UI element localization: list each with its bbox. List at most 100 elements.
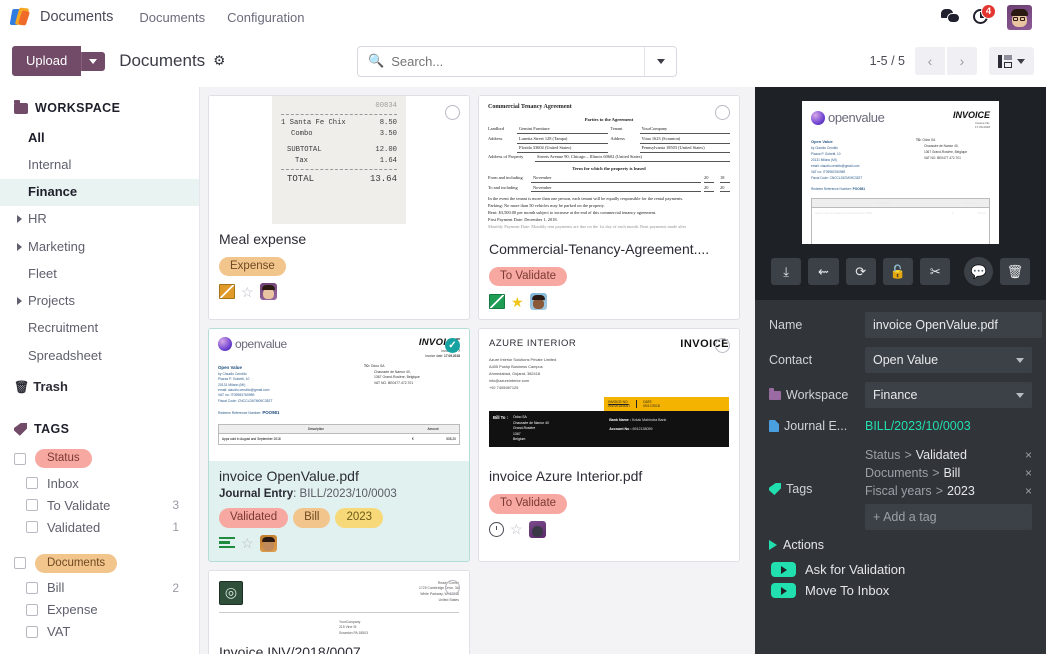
document-card-invoice-azure[interactable]: AZURE INTERIOR INVOICE Azure Interior So…: [478, 328, 740, 561]
card-tag[interactable]: 2023: [335, 508, 383, 528]
card-tag[interactable]: Validated: [219, 508, 288, 528]
star-filled-icon[interactable]: ★: [511, 295, 524, 309]
tag-checkbox[interactable]: [26, 582, 38, 594]
replace-icon[interactable]: ⟳: [846, 258, 876, 285]
document-card-meal-expense[interactable]: 00834 1 Santa Fe Chix8.50 Combo3.50 SUBT…: [208, 95, 470, 320]
list-green-icon[interactable]: [219, 537, 235, 550]
sidebar-item-finance[interactable]: Finance: [0, 179, 199, 206]
sidebar-item-projects[interactable]: Projects: [0, 288, 199, 315]
workspace-select[interactable]: Finance: [865, 382, 1032, 408]
tag-checkbox[interactable]: [26, 626, 38, 638]
tag-item-to-validate[interactable]: To Validate 3: [0, 494, 199, 516]
tag-item-expense[interactable]: Expense: [0, 599, 199, 621]
card-tag[interactable]: Bill: [293, 508, 330, 528]
card-info: Meal expense Expense ☆: [209, 224, 469, 309]
receipt-preview: 00834 1 Santa Fe Chix8.50 Combo3.50 SUBT…: [272, 96, 406, 224]
document-card-invoice-inv-2018-0007[interactable]: ◎ Ready Corner 1725 Cambridge Drive, 3A …: [208, 570, 470, 654]
trash-icon[interactable]: 🗑: [1000, 258, 1030, 285]
tag-group-label: Documents: [35, 554, 117, 573]
document-preview[interactable]: openvalue INVOICE Invoice No: 17.09.2018…: [755, 87, 1046, 244]
sidebar-item-hr[interactable]: HR: [0, 206, 199, 233]
previous-page-button[interactable]: ‹: [915, 47, 945, 75]
sidebar-item-recruitment[interactable]: Recruitment: [0, 315, 199, 342]
tag-count: 1: [172, 520, 185, 534]
envelope-green-icon[interactable]: [489, 294, 505, 309]
sidebar-item-spreadsheet[interactable]: Spreadsheet: [0, 342, 199, 369]
search-input[interactable]: [391, 54, 644, 69]
activities-clock-icon[interactable]: 4: [973, 7, 995, 27]
tag-checkbox[interactable]: [26, 477, 38, 489]
gear-icon[interactable]: ⚙: [213, 53, 225, 69]
envelope-orange-icon[interactable]: [219, 284, 235, 299]
document-card-invoice-openvalue[interactable]: openvalue INVOICE Invoice No: 7 Invoice …: [208, 328, 470, 561]
chat-icon[interactable]: 💬: [964, 257, 992, 286]
avatar[interactable]: [260, 535, 277, 552]
document-card-commercial-tenancy[interactable]: Commercial Tenancy Agreement Parties to …: [478, 95, 740, 320]
action-move-to-inbox[interactable]: Move To Inbox: [769, 580, 1032, 601]
expand-caret-icon[interactable]: [17, 215, 22, 223]
split-scissors-icon[interactable]: ✂: [920, 258, 950, 285]
avatar[interactable]: [530, 293, 547, 310]
tag-item-vat[interactable]: VAT: [0, 621, 199, 643]
avatar[interactable]: [260, 283, 277, 300]
lock-icon[interactable]: 🔓: [883, 258, 913, 285]
card-tag[interactable]: To Validate: [489, 267, 567, 287]
tag-checkbox[interactable]: [26, 604, 38, 616]
nav-item-documents[interactable]: Documents: [139, 10, 205, 25]
share-icon[interactable]: ⇜: [808, 258, 838, 285]
card-select-checkbox[interactable]: [445, 580, 460, 595]
company-logo-icon: ◎: [219, 581, 243, 605]
user-avatar[interactable]: [1007, 5, 1032, 30]
star-outline-icon[interactable]: ☆: [510, 522, 523, 536]
remove-tag-icon[interactable]: ×: [1019, 466, 1032, 480]
tag-item-bill[interactable]: Bill 2: [0, 577, 199, 599]
card-tag[interactable]: To Validate: [489, 494, 567, 514]
journal-entry-link[interactable]: BILL/2023/10/0003: [865, 417, 1032, 435]
card-tag[interactable]: Expense: [219, 257, 286, 277]
star-outline-icon[interactable]: ☆: [241, 536, 254, 550]
tag-group-checkbox[interactable]: [14, 557, 26, 569]
action-ask-for-validation[interactable]: Ask for Validation: [769, 559, 1032, 580]
sidebar-item-trash[interactable]: 🗑 Trash: [0, 373, 199, 400]
upload-button[interactable]: Upload: [12, 46, 81, 77]
next-page-button[interactable]: ›: [947, 47, 977, 75]
card-title: invoice Azure Interior.pdf: [489, 468, 729, 486]
tag-checkbox[interactable]: [26, 521, 38, 533]
document-fields: Name Contact Open Value Workspace: [755, 300, 1046, 444]
card-select-checkbox[interactable]: [715, 105, 730, 120]
nav-item-configuration[interactable]: Configuration: [227, 10, 304, 25]
sidebar-item-marketing[interactable]: Marketing: [0, 233, 199, 260]
sidebar-item-fleet[interactable]: Fleet: [0, 260, 199, 287]
tag-item-inbox[interactable]: Inbox: [0, 472, 199, 494]
tag-group-status[interactable]: Status: [0, 445, 199, 472]
card-tags: Expense: [219, 257, 459, 277]
name-input[interactable]: [865, 312, 1042, 338]
search-dropdown-toggle[interactable]: [644, 47, 676, 76]
openvalue-logo-icon: [811, 111, 825, 125]
remove-tag-icon[interactable]: ×: [1019, 484, 1032, 498]
documents-app-logo-icon[interactable]: [10, 6, 32, 28]
avatar[interactable]: [529, 521, 546, 538]
tag-group-checkbox[interactable]: [14, 453, 26, 465]
expand-caret-icon[interactable]: [17, 297, 22, 305]
tag-icon: [769, 483, 781, 495]
remove-tag-icon[interactable]: ×: [1019, 448, 1032, 462]
preview-page: openvalue INVOICE Invoice No: 17.09.2018…: [802, 101, 999, 244]
card-select-checkbox[interactable]: [445, 105, 460, 120]
tag-group-documents[interactable]: Documents: [0, 550, 199, 577]
view-switcher-button[interactable]: [989, 47, 1034, 75]
upload-dropdown-caret-icon[interactable]: [81, 52, 105, 71]
card-thumbnail: AZURE INTERIOR INVOICE Azure Interior So…: [479, 329, 739, 461]
sidebar-item-all[interactable]: All: [0, 124, 199, 151]
sidebar-item-internal[interactable]: Internal: [0, 151, 199, 178]
star-outline-icon[interactable]: ☆: [241, 285, 254, 299]
add-tag-input[interactable]: + Add a tag: [865, 504, 1032, 530]
clock-icon[interactable]: [489, 522, 504, 537]
expand-caret-icon[interactable]: [17, 243, 22, 251]
tag-item-validated[interactable]: Validated 1: [0, 516, 199, 538]
tag-group: Fiscal years: [865, 484, 932, 498]
tag-checkbox[interactable]: [26, 499, 38, 511]
messages-icon[interactable]: [941, 8, 961, 26]
download-icon[interactable]: ⤓: [771, 258, 801, 285]
contact-select[interactable]: Open Value: [865, 347, 1032, 373]
